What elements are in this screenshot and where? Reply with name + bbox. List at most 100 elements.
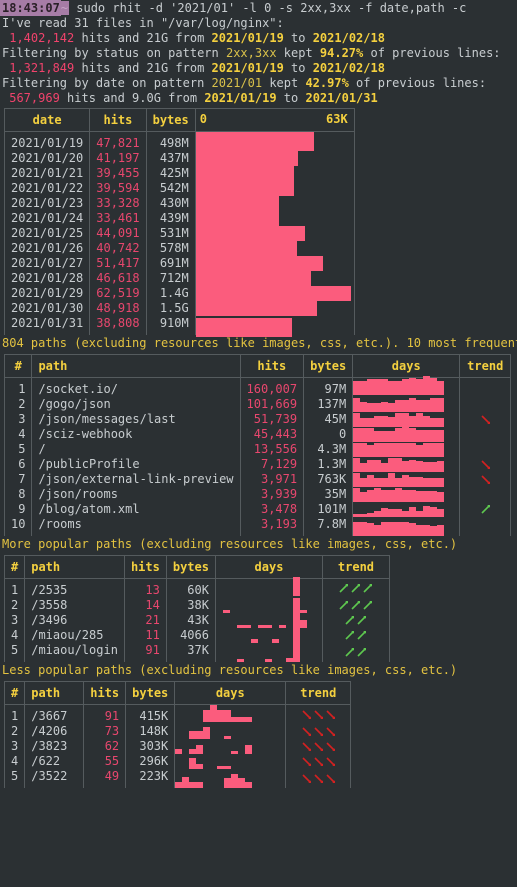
table-row: 2/gogo/json 101,669 137M [3, 397, 512, 412]
trend-cell [459, 502, 512, 517]
table-row: 10/rooms 3,193 7.8M [3, 517, 512, 536]
sparkline-bar [231, 774, 239, 788]
row-index: 1 [3, 704, 26, 724]
output-line: 1,402,142 hits and 21G from 2021/01/19 t… [0, 31, 517, 46]
output-text: of previous lines: [348, 76, 487, 90]
column-header-bytes[interactable]: bytes [303, 354, 354, 378]
sparkline-bar [243, 625, 251, 628]
trend-cell [285, 724, 352, 739]
sparkline-bar [423, 462, 431, 472]
table-row: 2021/01/28 46,618 712M [3, 271, 355, 286]
sparkline-bar [360, 428, 368, 442]
table-row: 8/json/rooms 3,939 35M [3, 487, 512, 502]
hits-cell: 3,478 [239, 502, 305, 517]
sparkline-bar [388, 522, 396, 536]
column-header-path[interactable]: path [24, 681, 85, 705]
path-cell: /json/external-link-preview [31, 472, 241, 487]
row-index: 6 [3, 457, 33, 472]
sparkline-bar [374, 403, 382, 412]
column-header-bytes[interactable]: bytes [125, 681, 176, 705]
column-header-path[interactable]: path [24, 555, 125, 579]
output-text: 2021/01/19 [211, 31, 284, 45]
column-header-bytes[interactable]: bytes [145, 108, 196, 132]
output-text: kept [262, 76, 306, 90]
column-header-days[interactable]: days [214, 555, 323, 579]
column-header-trend[interactable]: trend [285, 681, 352, 705]
days-sparkline-cell [214, 613, 323, 628]
column-header-days[interactable]: days [174, 681, 287, 705]
sparkline-bar [374, 379, 382, 395]
table-row: 1/3667 91 415K [3, 704, 352, 724]
sparkline-bar [196, 745, 204, 754]
bytes-cell: 0 [303, 427, 354, 442]
trend-down-icon [326, 757, 335, 766]
trend-up-icon [357, 648, 367, 657]
column-header-index[interactable]: # [3, 555, 26, 579]
table-row: 2021/01/30 48,918 1.5G [3, 301, 355, 316]
column-header-index[interactable]: # [3, 354, 33, 378]
sparkline-bar [430, 418, 438, 427]
days-sparkline [353, 397, 459, 412]
column-header-hits[interactable]: hits [239, 354, 305, 378]
days-sparkline [353, 472, 459, 487]
column-header-trend[interactable]: trend [459, 354, 512, 378]
column-header-bytes[interactable]: bytes [165, 555, 216, 579]
column-header-days[interactable]: days [352, 354, 461, 378]
sparkline-bar [409, 477, 417, 487]
sparkline-bar [388, 509, 396, 517]
cell-date: 2021/01/28 [3, 271, 91, 286]
days-sparkline [216, 598, 322, 613]
sparkline-bar [437, 430, 445, 442]
path-cell: /sciz-webhook [31, 427, 241, 442]
cell-hits: 62,519 [89, 286, 147, 301]
sparkline-bar [245, 717, 253, 722]
days-sparkline-cell [352, 427, 461, 442]
cell-hits: 33,328 [89, 196, 147, 211]
hits-bar-cell [194, 271, 355, 286]
sparkline-bar [360, 514, 368, 517]
cell-date: 2021/01/27 [3, 256, 91, 271]
output-line: I've read 31 files in "/var/log/nginx": [0, 16, 517, 31]
frequent-paths-caption: 804 paths (excluding resources like imag… [2, 336, 517, 350]
path-cell: /blog/atom.xml [31, 502, 241, 517]
output-text: kept [276, 46, 320, 60]
sparkline-bar [402, 511, 410, 517]
sparkline-bar [245, 782, 253, 788]
sparkline-bar [196, 782, 204, 788]
sparkline-bar [388, 473, 396, 487]
sparkline-bar [388, 403, 396, 412]
trend-cell [321, 598, 390, 613]
days-sparkline [353, 517, 459, 536]
path-cell: /socket.io/ [31, 377, 241, 397]
column-header-trend[interactable]: trend [321, 555, 390, 579]
trend-cell [459, 472, 512, 487]
sparkline-bar [402, 413, 410, 427]
sparkline-bar [175, 782, 183, 788]
table-row: 2021/01/19 47,821 498M [3, 131, 355, 151]
hits-cell: 45,443 [239, 427, 305, 442]
table-row: 4/sciz-webhook 45,443 0 [3, 427, 512, 442]
column-header-date[interactable]: date [3, 108, 91, 132]
output-text: I've read 31 files in "/var/log/nginx": [2, 16, 284, 30]
column-header-index[interactable]: # [3, 681, 26, 705]
column-header-hits[interactable]: hits [89, 108, 147, 132]
trend-cell [459, 427, 512, 442]
sparkline-bar [437, 381, 445, 395]
column-header-hits[interactable]: hits [83, 681, 127, 705]
sparkline-bar [388, 381, 396, 395]
hits-bar [195, 226, 305, 241]
cell-hits: 51,417 [89, 256, 147, 271]
sparkline-bar [222, 610, 230, 613]
sparkline-bar [224, 778, 232, 788]
sparkline-bar [353, 458, 361, 472]
days-sparkline [216, 643, 322, 662]
output-text: to [283, 61, 313, 75]
column-header-path[interactable]: path [31, 354, 241, 378]
sparkline-bar [423, 430, 431, 442]
trend-cell [285, 769, 352, 788]
column-header-hits[interactable]: hits [123, 555, 167, 579]
table-row: 5/13,556 4.3M [3, 442, 512, 457]
sparkline-bar [395, 413, 403, 427]
sparkline-bar [353, 381, 361, 395]
trend-down-icon [302, 710, 311, 719]
